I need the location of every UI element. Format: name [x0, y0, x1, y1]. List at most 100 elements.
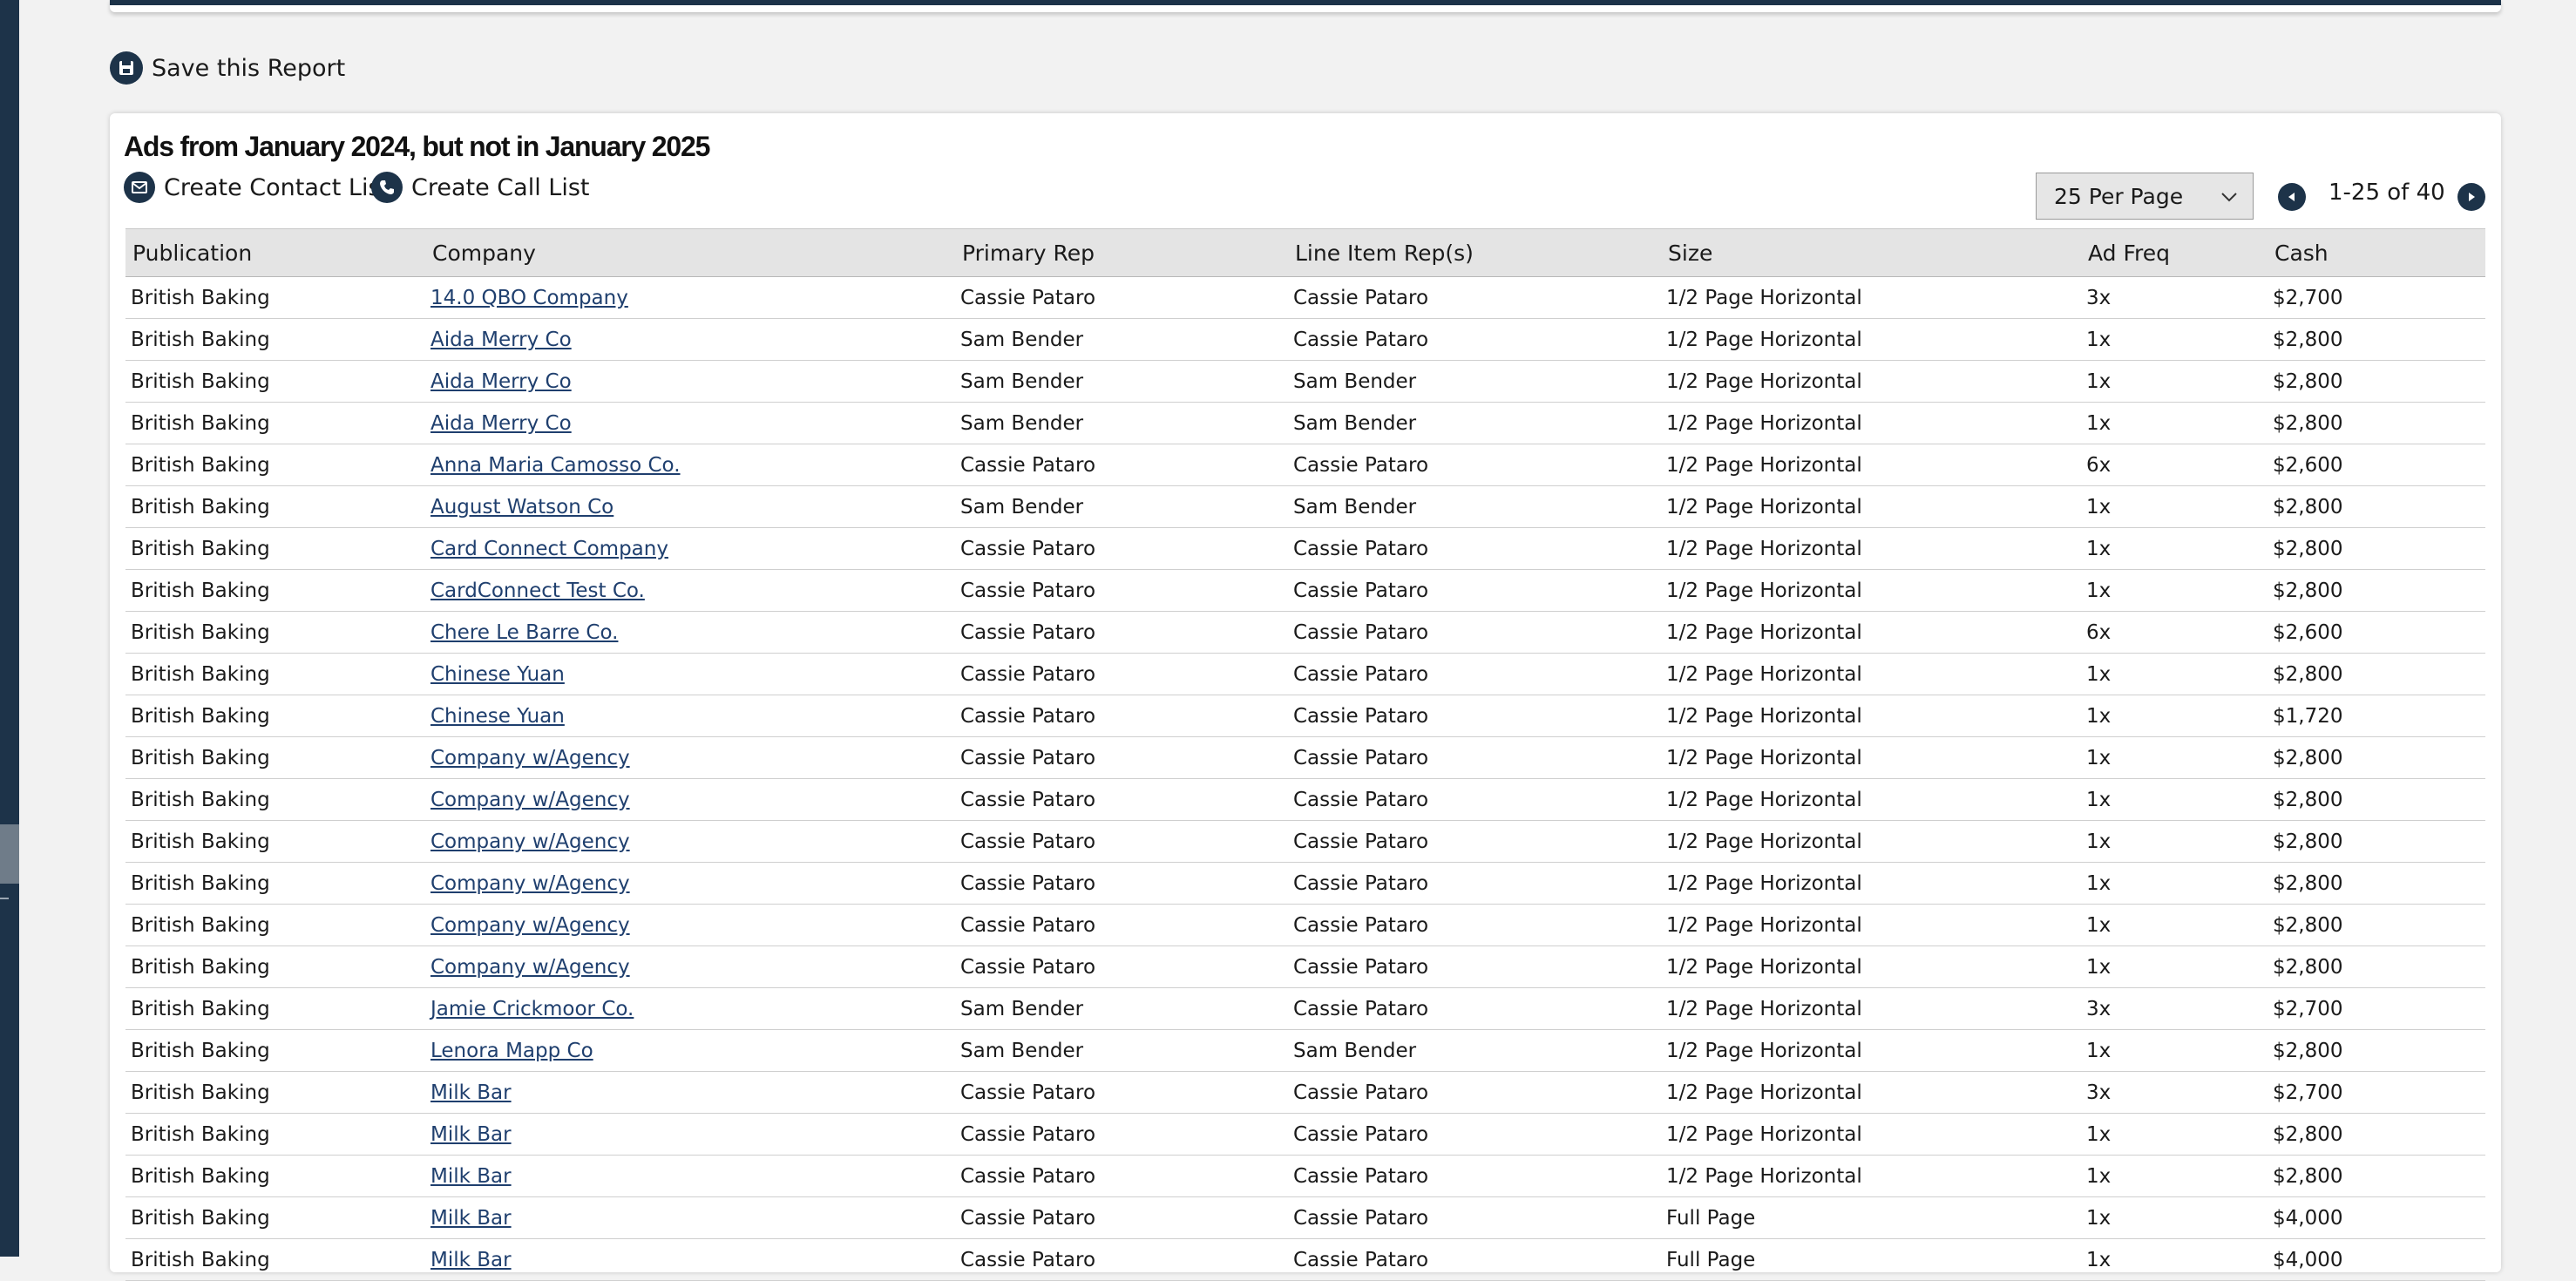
previous-page-button[interactable] [2278, 183, 2306, 211]
sidebar-collapse-tab[interactable] [0, 824, 19, 884]
company-link[interactable]: Company w/Agency [430, 830, 630, 853]
envelope-icon [124, 172, 155, 203]
column-header-primary-rep[interactable]: Primary Rep [955, 228, 1288, 277]
company-cell: Company w/Agency [425, 820, 955, 863]
primary-rep-cell: Sam Bender [955, 1029, 1288, 1072]
company-link[interactable]: Company w/Agency [430, 747, 630, 769]
company-link[interactable]: Aida Merry Co [430, 329, 572, 351]
primary-rep-cell: Sam Bender [955, 318, 1288, 361]
cash-cell: $4,000 [2268, 1238, 2485, 1281]
ad-freq-cell: 1x [2081, 1155, 2268, 1197]
company-link[interactable]: Company w/Agency [430, 872, 630, 895]
ad-freq-cell: 1x [2081, 1238, 2268, 1281]
primary-rep-cell: Sam Bender [955, 360, 1288, 403]
table-row: British Baking Aida Merry Co Sam Bender Sam… [125, 402, 2485, 444]
company-link[interactable]: Aida Merry Co [430, 370, 572, 393]
cash-cell: $2,700 [2268, 1071, 2485, 1114]
next-page-button[interactable] [2457, 183, 2485, 211]
primary-rep-cell: Cassie Pataro [955, 946, 1288, 988]
company-cell: Milk Bar [425, 1071, 955, 1114]
cash-cell: $2,800 [2268, 736, 2485, 779]
company-link[interactable]: Milk Bar [430, 1165, 512, 1188]
publication-cell: British Baking [125, 1071, 425, 1114]
line-item-rep-cell: Cassie Pataro [1288, 569, 1661, 612]
primary-rep-cell: Cassie Pataro [955, 736, 1288, 779]
cash-cell: $2,800 [2268, 778, 2485, 821]
primary-rep-cell: Cassie Pataro [955, 695, 1288, 737]
company-link[interactable]: Milk Bar [430, 1123, 512, 1146]
company-link[interactable]: Card Connect Company [430, 538, 668, 560]
chevron-down-icon [2221, 193, 2237, 202]
company-link[interactable]: Anna Maria Camosso Co. [430, 454, 681, 477]
company-link[interactable]: Milk Bar [430, 1249, 512, 1271]
company-link[interactable]: Company w/Agency [430, 914, 630, 937]
ad-freq-cell: 1x [2081, 569, 2268, 612]
primary-rep-cell: Cassie Pataro [955, 569, 1288, 612]
publication-cell: British Baking [125, 1155, 425, 1197]
company-link[interactable]: August Watson Co [430, 496, 613, 518]
ad-freq-cell: 1x [2081, 904, 2268, 946]
company-link[interactable]: Milk Bar [430, 1081, 512, 1104]
line-item-rep-cell: Cassie Pataro [1288, 276, 1661, 319]
cash-cell: $2,800 [2268, 569, 2485, 612]
save-icon [110, 51, 143, 85]
company-cell: Jamie Crickmoor Co. [425, 987, 955, 1030]
column-header-line-item-reps[interactable]: Line Item Rep(s) [1288, 228, 1661, 277]
ad-freq-cell: 1x [2081, 1113, 2268, 1156]
line-item-rep-cell: Cassie Pataro [1288, 1113, 1661, 1156]
create-call-list-label: Create Call List [411, 173, 590, 201]
company-link[interactable]: Jamie Crickmoor Co. [430, 998, 634, 1020]
size-cell: 1/2 Page Horizontal [1661, 402, 2081, 444]
column-header-company[interactable]: Company [425, 228, 955, 277]
table-row: British Baking Chere Le Barre Co. Cassie P… [125, 611, 2485, 654]
ad-freq-cell: 1x [2081, 485, 2268, 528]
company-link[interactable]: Aida Merry Co [430, 412, 572, 435]
per-page-value: 25 Per Page [2054, 183, 2184, 209]
company-link[interactable]: Chinese Yuan [430, 705, 565, 728]
create-contact-list-link[interactable]: Create Contact List [124, 171, 390, 204]
publication-cell: British Baking [125, 987, 425, 1030]
publication-cell: British Baking [125, 904, 425, 946]
cash-cell: $2,800 [2268, 820, 2485, 863]
line-item-rep-cell: Cassie Pataro [1288, 653, 1661, 695]
company-link[interactable]: Company w/Agency [430, 789, 630, 811]
line-item-rep-cell: Sam Bender [1288, 360, 1661, 403]
column-header-ad-freq[interactable]: Ad Freq [2081, 228, 2268, 277]
ad-freq-cell: 1x [2081, 1029, 2268, 1072]
cash-cell: $2,700 [2268, 987, 2485, 1030]
save-report-link[interactable]: Save this Report [110, 51, 345, 85]
cash-cell: $2,800 [2268, 318, 2485, 361]
report-title: Ads from January 2024, but not in Januar… [124, 131, 710, 162]
publication-cell: British Baking [125, 360, 425, 403]
size-cell: 1/2 Page Horizontal [1661, 778, 2081, 821]
table-row: British Baking Company w/Agency Cassie Pat… [125, 736, 2485, 779]
cash-cell: $2,800 [2268, 653, 2485, 695]
company-link[interactable]: Lenora Mapp Co [430, 1040, 593, 1062]
primary-rep-cell: Cassie Pataro [955, 862, 1288, 905]
company-link[interactable]: Chinese Yuan [430, 663, 565, 686]
primary-rep-cell: Cassie Pataro [955, 1155, 1288, 1197]
company-link[interactable]: Milk Bar [430, 1207, 512, 1230]
cash-cell: $2,800 [2268, 862, 2485, 905]
publication-cell: British Baking [125, 1029, 425, 1072]
company-cell: Lenora Mapp Co [425, 1029, 955, 1072]
column-header-cash[interactable]: Cash [2268, 228, 2485, 277]
company-link[interactable]: Chere Le Barre Co. [430, 621, 618, 644]
company-cell: Company w/Agency [425, 946, 955, 988]
size-cell: 1/2 Page Horizontal [1661, 987, 2081, 1030]
cash-cell: $2,800 [2268, 946, 2485, 988]
company-link[interactable]: 14.0 QBO Company [430, 287, 628, 309]
publication-cell: British Baking [125, 527, 425, 570]
company-cell: Chinese Yuan [425, 695, 955, 737]
company-link[interactable]: CardConnect Test Co. [430, 580, 645, 602]
column-header-size[interactable]: Size [1661, 228, 2081, 277]
company-link[interactable]: Company w/Agency [430, 956, 630, 979]
create-call-list-link[interactable]: Create Call List [371, 171, 589, 204]
company-cell: Aida Merry Co [425, 318, 955, 361]
publication-cell: British Baking [125, 778, 425, 821]
line-item-rep-cell: Cassie Pataro [1288, 1071, 1661, 1114]
line-item-rep-cell: Cassie Pataro [1288, 987, 1661, 1030]
line-item-rep-cell: Cassie Pataro [1288, 1155, 1661, 1197]
column-header-publication[interactable]: Publication [125, 228, 425, 277]
per-page-select[interactable]: 25 Per Page [2036, 173, 2254, 220]
